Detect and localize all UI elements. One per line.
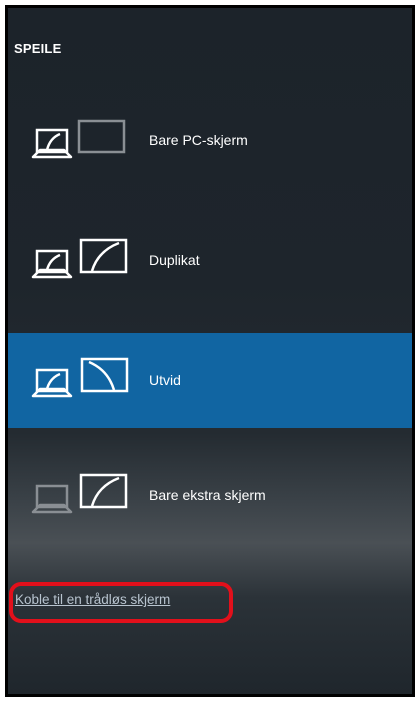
duplicate-icon [31,238,128,279]
option-extend[interactable]: Utvid [8,333,412,428]
project-panel: SPEILE Bare PC-skjerm Duplikat Utvid Bar… [8,8,412,694]
extend-icon [31,357,129,398]
option-label: Bare ekstra skjerm [149,487,266,503]
option-label: Bare PC-skjerm [149,132,248,148]
pc-screen-only-icon [31,119,126,159]
screenshot-frame: SPEILE Bare PC-skjerm Duplikat Utvid Bar… [5,5,415,697]
panel-title: SPEILE [14,41,62,56]
option-second-screen-only[interactable]: Bare ekstra skjerm [8,448,412,543]
connect-wireless-display-link[interactable]: Koble til en trådløs skjerm [15,592,170,607]
option-pc-screen-only[interactable]: Bare PC-skjerm [8,93,412,188]
second-screen-only-icon [31,473,128,514]
option-label: Duplikat [149,252,200,268]
option-duplicate[interactable]: Duplikat [8,213,412,308]
option-label: Utvid [149,372,181,388]
